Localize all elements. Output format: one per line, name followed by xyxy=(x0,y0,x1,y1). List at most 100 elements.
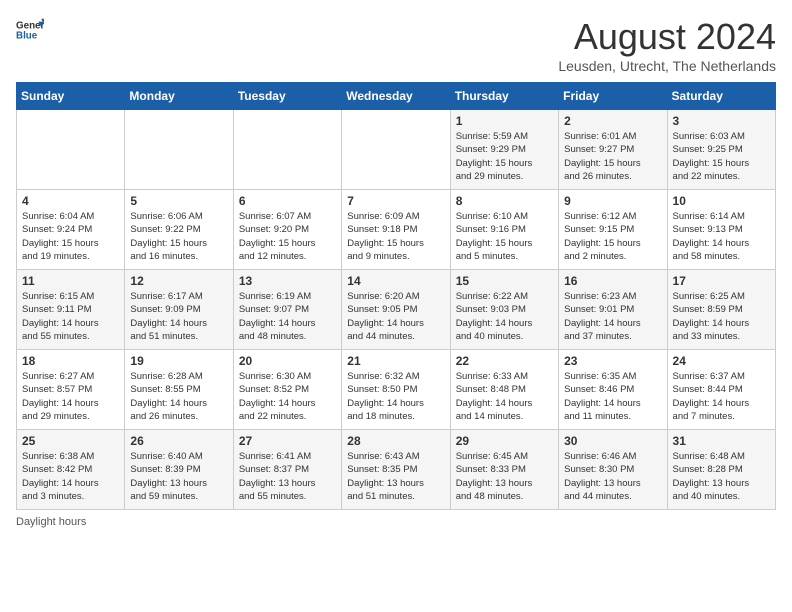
day-number: 22 xyxy=(456,354,553,368)
svg-text:Blue: Blue xyxy=(16,30,38,41)
day-info: Sunrise: 6:46 AMSunset: 8:30 PMDaylight:… xyxy=(564,450,661,503)
calendar-day-cell: 10Sunrise: 6:14 AMSunset: 9:13 PMDayligh… xyxy=(667,190,775,270)
daylight-label: Daylight hours xyxy=(16,516,86,528)
day-number: 5 xyxy=(130,194,227,208)
calendar-day-header: Thursday xyxy=(450,83,558,110)
day-number: 12 xyxy=(130,274,227,288)
day-info: Sunrise: 6:17 AMSunset: 9:09 PMDaylight:… xyxy=(130,290,227,343)
day-info: Sunrise: 6:33 AMSunset: 8:48 PMDaylight:… xyxy=(456,370,553,423)
day-number: 19 xyxy=(130,354,227,368)
page-header: General Blue August 2024 Leusden, Utrech… xyxy=(16,16,776,74)
calendar-day-cell: 31 Sunrise: 6:48 AMSunset: 8:28 PMDayligh… xyxy=(667,430,775,510)
calendar-day-cell: 7 Sunrise: 6:09 AMSunset: 9:18 PMDaylight… xyxy=(342,190,450,270)
calendar-week-row: 1Sunrise: 5:59 AMSunset: 9:29 PMDaylight… xyxy=(17,110,776,190)
day-number: 23 xyxy=(564,354,661,368)
calendar-day-cell: 3 Sunrise: 6:03 AMSunset: 9:25 PMDaylight… xyxy=(667,110,775,190)
day-info: Sunrise: 6:07 AMSunset: 9:20 PMDaylight:… xyxy=(239,210,336,263)
day-info: Sunrise: 6:28 AMSunset: 8:55 PMDaylight:… xyxy=(130,370,227,423)
calendar-day-cell: 14Sunrise: 6:20 AMSunset: 9:05 PMDayligh… xyxy=(342,270,450,350)
day-number: 27 xyxy=(239,434,336,448)
day-number: 16 xyxy=(564,274,661,288)
day-number: 11 xyxy=(22,274,119,288)
day-info: Sunrise: 6:25 AMSunset: 8:59 PMDaylight:… xyxy=(673,290,770,343)
calendar-day-cell: 27 Sunrise: 6:41 AMSunset: 8:37 PMDayligh… xyxy=(233,430,341,510)
day-number: 28 xyxy=(347,434,444,448)
day-info: Sunrise: 6:37 AMSunset: 8:44 PMDaylight:… xyxy=(673,370,770,423)
calendar-week-row: 25 Sunrise: 6:38 AMSunset: 8:42 PMDayligh… xyxy=(17,430,776,510)
calendar-day-cell xyxy=(125,110,233,190)
calendar-day-cell: 21 Sunrise: 6:32 AMSunset: 8:50 PMDayligh… xyxy=(342,350,450,430)
day-info: Sunrise: 6:15 AMSunset: 9:11 PMDaylight:… xyxy=(22,290,119,343)
day-number: 7 xyxy=(347,194,444,208)
day-number: 25 xyxy=(22,434,119,448)
day-info: Sunrise: 6:06 AMSunset: 9:22 PMDaylight:… xyxy=(130,210,227,263)
day-number: 18 xyxy=(22,354,119,368)
calendar-day-cell: 28 Sunrise: 6:43 AMSunset: 8:35 PMDayligh… xyxy=(342,430,450,510)
day-info: Sunrise: 6:41 AMSunset: 8:37 PMDaylight:… xyxy=(239,450,336,503)
day-number: 29 xyxy=(456,434,553,448)
day-number: 26 xyxy=(130,434,227,448)
footer: Daylight hours xyxy=(16,516,776,528)
calendar-day-cell: 6 Sunrise: 6:07 AMSunset: 9:20 PMDaylight… xyxy=(233,190,341,270)
calendar-day-header: Monday xyxy=(125,83,233,110)
calendar-day-cell: 25 Sunrise: 6:38 AMSunset: 8:42 PMDayligh… xyxy=(17,430,125,510)
day-number: 17 xyxy=(673,274,770,288)
calendar-day-cell: 13 Sunrise: 6:19 AMSunset: 9:07 PMDayligh… xyxy=(233,270,341,350)
day-info: Sunrise: 6:10 AMSunset: 9:16 PMDaylight:… xyxy=(456,210,553,263)
day-info: Sunrise: 6:14 AMSunset: 9:13 PMDaylight:… xyxy=(673,210,770,263)
calendar-day-cell xyxy=(233,110,341,190)
day-info: Sunrise: 6:38 AMSunset: 8:42 PMDaylight:… xyxy=(22,450,119,503)
day-info: Sunrise: 6:01 AMSunset: 9:27 PMDaylight:… xyxy=(564,130,661,183)
day-info: Sunrise: 6:20 AMSunset: 9:05 PMDaylight:… xyxy=(347,290,444,343)
day-number: 21 xyxy=(347,354,444,368)
day-number: 2 xyxy=(564,114,661,128)
day-info: Sunrise: 6:40 AMSunset: 8:39 PMDaylight:… xyxy=(130,450,227,503)
day-info: Sunrise: 6:27 AMSunset: 8:57 PMDaylight:… xyxy=(22,370,119,423)
logo-icon: General Blue xyxy=(16,16,44,44)
month-title: August 2024 xyxy=(558,16,776,58)
calendar-table: SundayMondayTuesdayWednesdayThursdayFrid… xyxy=(16,82,776,510)
day-number: 13 xyxy=(239,274,336,288)
calendar-day-cell: 1Sunrise: 5:59 AMSunset: 9:29 PMDaylight… xyxy=(450,110,558,190)
calendar-day-cell: 17 Sunrise: 6:25 AMSunset: 8:59 PMDayligh… xyxy=(667,270,775,350)
calendar-day-header: Saturday xyxy=(667,83,775,110)
calendar-day-cell: 11 Sunrise: 6:15 AMSunset: 9:11 PMDayligh… xyxy=(17,270,125,350)
day-number: 6 xyxy=(239,194,336,208)
calendar-day-cell: 26 Sunrise: 6:40 AMSunset: 8:39 PMDayligh… xyxy=(125,430,233,510)
day-info: Sunrise: 6:09 AMSunset: 9:18 PMDaylight:… xyxy=(347,210,444,263)
calendar-day-cell: 5 Sunrise: 6:06 AMSunset: 9:22 PMDaylight… xyxy=(125,190,233,270)
day-number: 31 xyxy=(673,434,770,448)
day-number: 15 xyxy=(456,274,553,288)
calendar-week-row: 4Sunrise: 6:04 AMSunset: 9:24 PMDaylight… xyxy=(17,190,776,270)
day-info: Sunrise: 6:04 AMSunset: 9:24 PMDaylight:… xyxy=(22,210,119,263)
title-block: August 2024 Leusden, Utrecht, The Nether… xyxy=(558,16,776,74)
day-info: Sunrise: 6:45 AMSunset: 8:33 PMDaylight:… xyxy=(456,450,553,503)
day-info: Sunrise: 6:22 AMSunset: 9:03 PMDaylight:… xyxy=(456,290,553,343)
calendar-day-cell: 12 Sunrise: 6:17 AMSunset: 9:09 PMDayligh… xyxy=(125,270,233,350)
day-info: Sunrise: 6:12 AMSunset: 9:15 PMDaylight:… xyxy=(564,210,661,263)
day-info: Sunrise: 6:43 AMSunset: 8:35 PMDaylight:… xyxy=(347,450,444,503)
calendar-day-header: Friday xyxy=(559,83,667,110)
calendar-day-cell: 24 Sunrise: 6:37 AMSunset: 8:44 PMDayligh… xyxy=(667,350,775,430)
day-info: Sunrise: 5:59 AMSunset: 9:29 PMDaylight:… xyxy=(456,130,553,183)
calendar-day-cell: 19 Sunrise: 6:28 AMSunset: 8:55 PMDayligh… xyxy=(125,350,233,430)
calendar-day-cell: 29 Sunrise: 6:45 AMSunset: 8:33 PMDayligh… xyxy=(450,430,558,510)
day-number: 24 xyxy=(673,354,770,368)
calendar-header-row: SundayMondayTuesdayWednesdayThursdayFrid… xyxy=(17,83,776,110)
day-info: Sunrise: 6:35 AMSunset: 8:46 PMDaylight:… xyxy=(564,370,661,423)
calendar-day-cell: 18 Sunrise: 6:27 AMSunset: 8:57 PMDayligh… xyxy=(17,350,125,430)
calendar-day-cell: 22 Sunrise: 6:33 AMSunset: 8:48 PMDayligh… xyxy=(450,350,558,430)
day-number: 20 xyxy=(239,354,336,368)
location-subtitle: Leusden, Utrecht, The Netherlands xyxy=(558,58,776,74)
calendar-day-cell: 9Sunrise: 6:12 AMSunset: 9:15 PMDaylight… xyxy=(559,190,667,270)
calendar-week-row: 18 Sunrise: 6:27 AMSunset: 8:57 PMDayligh… xyxy=(17,350,776,430)
calendar-day-header: Tuesday xyxy=(233,83,341,110)
day-info: Sunrise: 6:03 AMSunset: 9:25 PMDaylight:… xyxy=(673,130,770,183)
calendar-day-cell: 30Sunrise: 6:46 AMSunset: 8:30 PMDayligh… xyxy=(559,430,667,510)
day-info: Sunrise: 6:19 AMSunset: 9:07 PMDaylight:… xyxy=(239,290,336,343)
calendar-day-cell: 8Sunrise: 6:10 AMSunset: 9:16 PMDaylight… xyxy=(450,190,558,270)
day-info: Sunrise: 6:32 AMSunset: 8:50 PMDaylight:… xyxy=(347,370,444,423)
day-number: 3 xyxy=(673,114,770,128)
calendar-day-header: Sunday xyxy=(17,83,125,110)
day-info: Sunrise: 6:48 AMSunset: 8:28 PMDaylight:… xyxy=(673,450,770,503)
